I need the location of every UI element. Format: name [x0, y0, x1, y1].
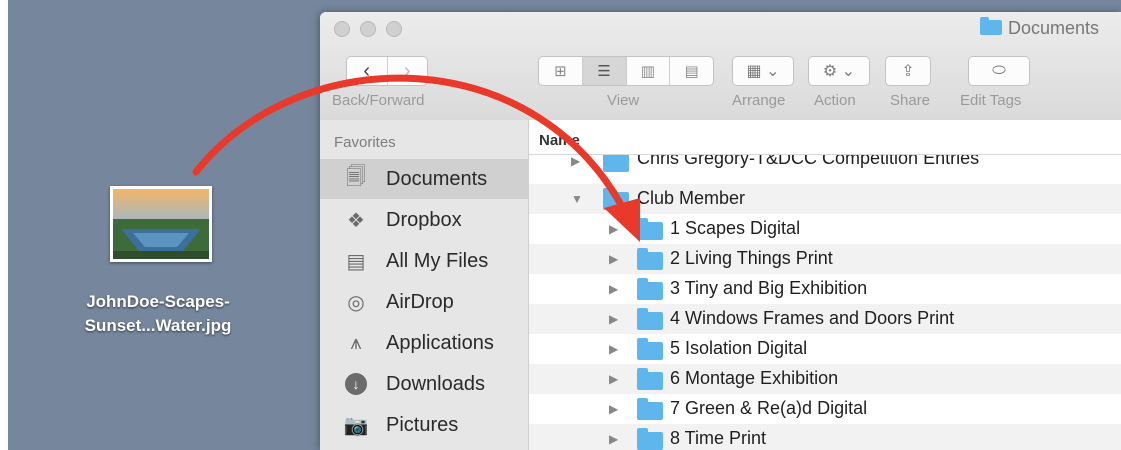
folder-icon — [637, 308, 663, 330]
list-row-label: 6 Montage Exhibition — [670, 368, 839, 388]
disclosure-triangle-icon[interactable]: ▶ — [609, 312, 618, 326]
folder-icon — [637, 368, 663, 390]
list-row[interactable]: ▶ 5 Isolation Digital — [529, 334, 1121, 364]
sidebar-item-label: All My Files — [386, 249, 489, 272]
sidebar-item-label: AirDrop — [386, 290, 454, 313]
icon-view-icon[interactable]: ⊞ — [539, 57, 583, 85]
list-row-label: 5 Isolation Digital — [670, 338, 808, 358]
minimize-window-button[interactable] — [360, 21, 376, 37]
column-header[interactable]: Name — [529, 120, 1121, 155]
cover-flow-icon[interactable]: ▤ — [670, 57, 713, 85]
edit-tags-label: Edit Tags — [960, 92, 1022, 109]
folder-icon — [637, 278, 663, 300]
disclosure-triangle-icon[interactable]: ▶ — [571, 154, 580, 168]
list-row-label: 1 Scapes Digital — [670, 218, 801, 238]
arrange-icon: ▦ ⌄ — [746, 63, 780, 80]
sidebar-item-downloads[interactable]: ↓ Downloads — [320, 364, 528, 404]
edit-tags-button[interactable]: ⬭ — [968, 56, 1030, 86]
column-view-icon[interactable]: ▥ — [627, 57, 671, 85]
folder-icon — [637, 398, 663, 420]
gear-icon: ⚙ ⌄ — [822, 63, 856, 80]
all-files-icon: ▤ — [346, 250, 366, 273]
action-label: Action — [814, 92, 856, 109]
folder-icon — [637, 248, 663, 270]
back-forward-control: ‹ › — [346, 56, 428, 86]
list-row[interactable]: ▶ 3 Tiny and Big Exhibition — [529, 274, 1121, 304]
close-window-button[interactable] — [334, 21, 350, 37]
disclosure-triangle-icon[interactable]: ▶ — [609, 222, 618, 236]
disclosure-triangle-icon[interactable]: ▶ — [609, 372, 618, 386]
sidebar-item-dropbox[interactable]: ❖ Dropbox — [320, 200, 528, 240]
disclosure-triangle-icon[interactable]: ▼ — [571, 192, 583, 206]
documents-icon: 🗐 — [346, 166, 366, 188]
zoom-window-button[interactable] — [386, 21, 402, 37]
sidebar-item-all-my-files[interactable]: ▤ All My Files — [320, 241, 528, 281]
file-name-label[interactable]: JohnDoe-Scapes- Sunset...Water.jpg — [48, 290, 268, 338]
dropbox-icon: ❖ — [347, 209, 365, 232]
folder-icon — [637, 218, 663, 240]
folder-icon — [603, 188, 629, 210]
list-row[interactable]: ▶ 1 Scapes Digital — [529, 214, 1121, 244]
column-header-name: Name — [539, 132, 580, 149]
list-row-label: Club Member — [637, 188, 746, 208]
sidebar-item-applications[interactable]: ⩚ Applications — [320, 323, 528, 363]
list-row-club-member[interactable]: ▼ Club Member — [529, 184, 1121, 214]
disclosure-triangle-icon[interactable]: ▶ — [609, 342, 618, 356]
folder-icon — [637, 338, 663, 360]
sidebar-item-label: Pictures — [386, 413, 459, 436]
share-icon: ⇪ — [901, 63, 915, 80]
sidebar-heading: Favorites — [334, 134, 396, 151]
list-row-label: 8 Time Print — [670, 428, 767, 448]
view-control: ⊞ ☰ ▥ ▤ — [538, 56, 714, 86]
sidebar: Favorites 🗐 Documents ❖ Dropbox ▤ All My… — [320, 120, 529, 450]
arrange-button[interactable]: ▦ ⌄ — [732, 56, 794, 86]
sidebar-item-label: Downloads — [386, 372, 485, 395]
list-row[interactable]: ▶ 4 Windows Frames and Doors Print — [529, 304, 1121, 334]
share-button[interactable]: ⇪ — [885, 56, 931, 86]
sidebar-item-airdrop[interactable]: ◎ AirDrop — [320, 282, 528, 322]
file-name-line2: Sunset...Water.jpg — [84, 316, 232, 335]
sidebar-item-pictures[interactable]: 📷 Pictures — [320, 405, 528, 445]
image-file-icon[interactable] — [110, 186, 212, 262]
airdrop-icon: ◎ — [347, 291, 365, 314]
list-view-icon[interactable]: ☰ — [582, 57, 627, 85]
arrange-label: Arrange — [732, 92, 786, 109]
sidebar-item-label: Documents — [386, 167, 488, 190]
list-row-label: 2 Living Things Print — [670, 248, 833, 268]
back-forward-label: Back/Forward — [332, 92, 425, 109]
disclosure-triangle-icon[interactable]: ▶ — [609, 402, 618, 416]
file-name-line1: JohnDoe-Scapes- — [86, 292, 230, 311]
sidebar-item-documents[interactable]: 🗐 Documents — [320, 159, 528, 199]
list-row[interactable]: ▶ 6 Montage Exhibition — [529, 364, 1121, 394]
sidebar-item-label: Dropbox — [386, 208, 462, 231]
disclosure-triangle-icon[interactable]: ▶ — [609, 282, 618, 296]
disclosure-triangle-icon[interactable]: ▶ — [609, 252, 618, 266]
downloads-icon: ↓ — [344, 372, 368, 396]
action-button[interactable]: ⚙ ⌄ — [808, 56, 870, 86]
back-button[interactable]: ‹ — [347, 57, 388, 85]
window-title: Documents — [980, 17, 1099, 39]
tag-icon: ⬭ — [992, 62, 1006, 79]
toolbar: Documents ‹ › Back/Forward ⊞ ☰ ▥ ▤ View … — [320, 12, 1121, 121]
forward-button[interactable]: › — [388, 57, 428, 85]
folder-icon — [980, 17, 1002, 35]
pictures-icon: 📷 — [343, 414, 369, 437]
list-row-label: 7 Green & Re(a)d Digital — [670, 398, 868, 418]
list-row[interactable]: ▶ 8 Time Print — [529, 424, 1121, 450]
list-row-label: 4 Windows Frames and Doors Print — [670, 308, 955, 328]
folder-icon — [637, 428, 663, 450]
list-row-label: 3 Tiny and Big Exhibition — [670, 278, 868, 298]
view-label: View — [607, 92, 640, 109]
folder-icon — [603, 150, 629, 172]
disclosure-triangle-icon[interactable]: ▶ — [609, 432, 618, 446]
sidebar-item-label: Applications — [386, 331, 494, 354]
applications-icon: ⩚ — [350, 331, 362, 354]
file-list: ▶ Chris Gregory-T&DCC Competition Entrie… — [529, 120, 1121, 450]
share-label: Share — [890, 92, 931, 109]
list-row[interactable]: ▶ 2 Living Things Print — [529, 244, 1121, 274]
list-row[interactable]: ▶ 7 Green & Re(a)d Digital — [529, 394, 1121, 424]
finder-window: Documents ‹ › Back/Forward ⊞ ☰ ▥ ▤ View … — [320, 12, 1121, 450]
